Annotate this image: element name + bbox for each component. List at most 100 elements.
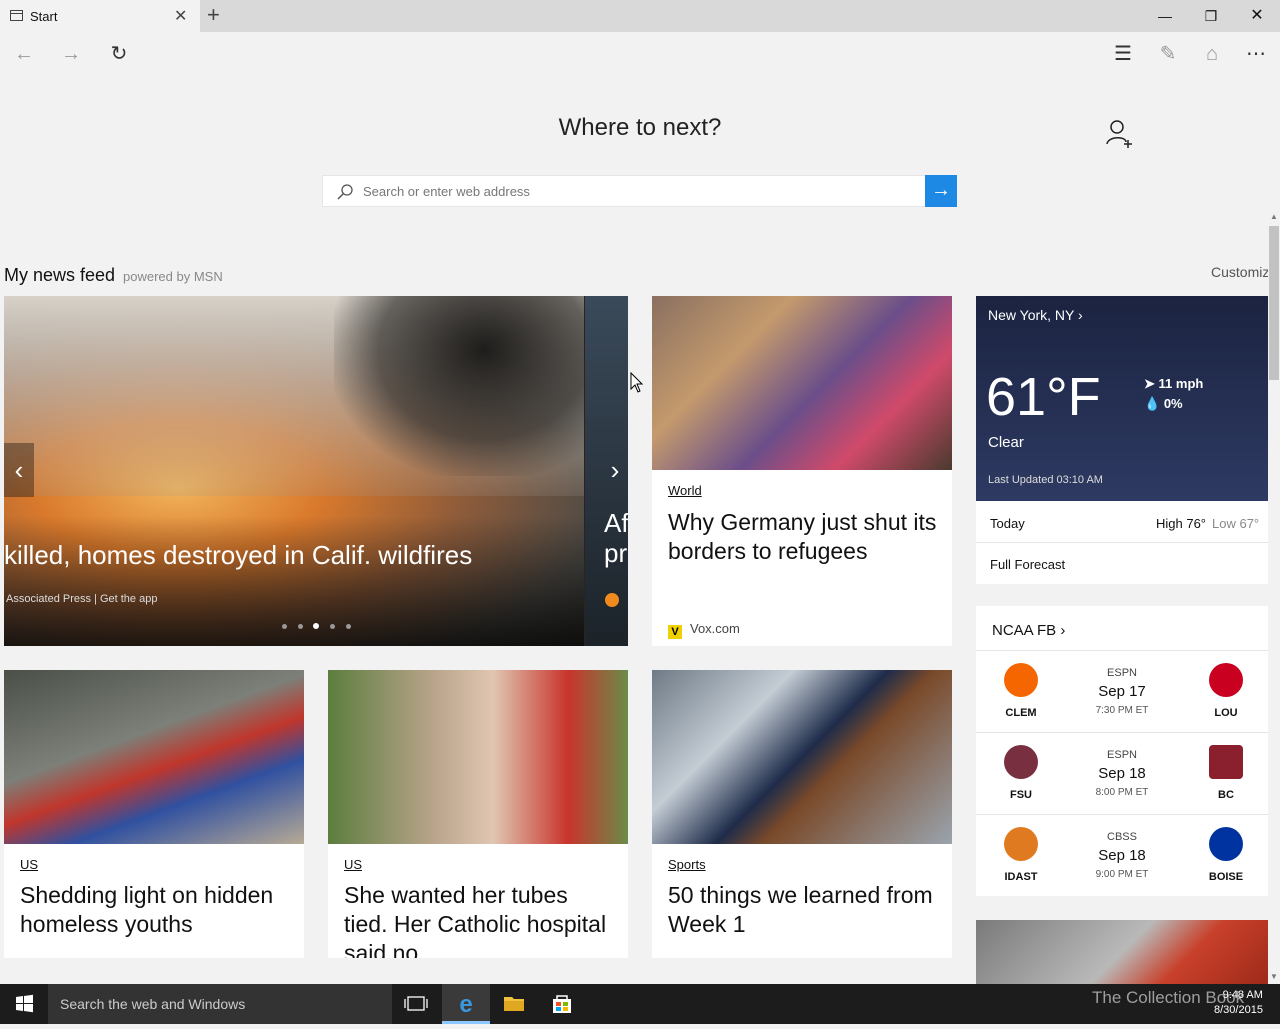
- game-row[interactable]: CLEM ESPN Sep 17 7:30 PM ET LOU: [976, 650, 1268, 732]
- more-icon[interactable]: ⋯: [1241, 40, 1271, 68]
- carousel-dot[interactable]: [298, 624, 303, 629]
- taskbar: Search the web and Windows e The Collect…: [0, 984, 1280, 1024]
- news-card-headline[interactable]: Why Germany just shut its borders to ref…: [668, 508, 940, 566]
- news-card-headline[interactable]: Shedding light on hidden homeless youths: [20, 881, 292, 939]
- close-window-button[interactable]: ✕: [1234, 0, 1280, 32]
- news-card-category[interactable]: US: [20, 857, 38, 872]
- idaho-state-logo-icon: [1004, 827, 1038, 861]
- taskbar-search-box[interactable]: Search the web and Windows: [48, 984, 392, 1024]
- news-card-world[interactable]: World Why Germany just shut its borders …: [652, 296, 952, 646]
- news-card-us-hospital[interactable]: US She wanted her tubes tied. Her Cathol…: [328, 670, 628, 958]
- restore-button[interactable]: ❐: [1188, 0, 1234, 32]
- game-row[interactable]: IDAST CBSS Sep 18 9:00 PM ET BOISE: [976, 814, 1268, 896]
- fsu-logo-icon: [1004, 745, 1038, 779]
- new-tab-plus-icon[interactable]: +: [207, 4, 220, 26]
- windows-logo-icon[interactable]: [0, 984, 48, 1024]
- chevron-right-icon: ›: [1060, 622, 1066, 639]
- ncaa-scores-card[interactable]: NCAA FB › CLEM ESPN Sep 17 7:30 PM ET LO…: [976, 606, 1268, 896]
- team2-abbr: BC: [1218, 789, 1234, 801]
- news-card-category[interactable]: US: [344, 857, 362, 872]
- carousel-source[interactable]: Associated Press | Get the app: [6, 593, 157, 605]
- divider: [976, 542, 1268, 543]
- go-button[interactable]: →: [925, 175, 957, 207]
- tab-start[interactable]: Start ✕: [0, 0, 200, 32]
- boston-college-logo-icon: [1209, 745, 1243, 779]
- news-card-category[interactable]: World: [668, 483, 702, 498]
- search-input[interactable]: [363, 176, 923, 206]
- customize-link[interactable]: Customiz: [1211, 264, 1269, 280]
- ad-image[interactable]: [976, 920, 1268, 984]
- team2-abbr: LOU: [1214, 707, 1238, 719]
- weather-high: High 76°: [1156, 516, 1207, 531]
- raindrop-icon: 💧: [1144, 396, 1161, 411]
- carousel-next-headline: Af pr: [604, 508, 628, 568]
- chevron-right-icon[interactable]: ›: [600, 443, 628, 497]
- clemson-logo-icon: [1004, 663, 1038, 697]
- tab-title: Start: [30, 9, 58, 24]
- carousel-dot[interactable]: [282, 624, 287, 629]
- weather-city[interactable]: New York, NY ›: [988, 307, 1083, 323]
- chevron-right-icon: ›: [1078, 307, 1083, 323]
- news-card-headline[interactable]: 50 things we learned from Week 1: [668, 881, 940, 939]
- news-feed-title: My news feed: [4, 265, 116, 285]
- arrow-right-icon: →: [931, 179, 951, 201]
- address-search-box[interactable]: [322, 175, 957, 207]
- game-time: 8:00 PM ET: [1095, 787, 1149, 798]
- team2-abbr: BOISE: [1208, 871, 1244, 883]
- system-clock[interactable]: 9:48 AM 8/30/2015: [1214, 988, 1263, 1018]
- game-time: 9:00 PM ET: [1095, 869, 1149, 880]
- news-carousel[interactable]: killed, homes destroyed in Calif. wildfi…: [4, 296, 628, 646]
- add-person-icon[interactable]: [1104, 118, 1134, 148]
- news-card-category[interactable]: Sports: [668, 857, 706, 872]
- mouse-cursor-icon: [630, 372, 644, 393]
- carousel-dot-active[interactable]: [313, 623, 319, 629]
- tab-page-icon: [10, 10, 23, 21]
- news-card-source: V Vox.com: [668, 621, 740, 639]
- web-note-icon[interactable]: ✎: [1153, 40, 1183, 68]
- ncaa-title[interactable]: NCAA FB ›: [992, 622, 1065, 639]
- minimize-button[interactable]: —: [1142, 0, 1188, 32]
- news-card-sports[interactable]: Sports 50 things we learned from Week 1: [652, 670, 952, 958]
- weather-temperature: 61°F: [986, 367, 1101, 427]
- news-card-image: [652, 670, 952, 844]
- scrollbar-thumb[interactable]: [1269, 226, 1279, 380]
- team1-abbr: FSU: [1010, 789, 1032, 801]
- forward-arrow-icon[interactable]: →: [56, 40, 86, 68]
- weather-wind: ➤ 11 mph: [1144, 376, 1204, 391]
- scroll-down-icon[interactable]: ▼: [1268, 972, 1280, 981]
- close-tab-icon[interactable]: ✕: [174, 6, 187, 26]
- news-card-headline[interactable]: She wanted her tubes tied. Her Catholic …: [344, 881, 616, 958]
- navigation-toolbar: ← → ↻ ☰ ✎ ⌂ ⋯: [0, 32, 1280, 76]
- game-date: Sep 17: [1098, 683, 1146, 700]
- game-date: Sep 18: [1098, 847, 1146, 864]
- task-view-icon[interactable]: [392, 984, 440, 1024]
- carousel-dot[interactable]: [330, 624, 335, 629]
- taskbar-search-text: Search the web and Windows: [60, 996, 246, 1012]
- full-forecast-link[interactable]: Full Forecast: [990, 557, 1065, 572]
- game-network: ESPN: [1107, 749, 1137, 761]
- store-icon[interactable]: [538, 984, 586, 1024]
- weather-today-label: Today: [990, 516, 1025, 531]
- game-network: ESPN: [1107, 667, 1137, 679]
- scroll-up-icon[interactable]: ▲: [1268, 212, 1280, 221]
- game-time: 7:30 PM ET: [1095, 705, 1149, 716]
- game-network: CBSS: [1107, 831, 1137, 843]
- hub-icon[interactable]: ☰: [1108, 40, 1138, 68]
- team1-abbr: CLEM: [1005, 707, 1037, 719]
- game-row[interactable]: FSU ESPN Sep 18 8:00 PM ET BC: [976, 732, 1268, 814]
- team1-abbr: IDAST: [1004, 871, 1038, 883]
- carousel-headline[interactable]: killed, homes destroyed in Calif. wildfi…: [4, 540, 472, 571]
- news-card-us-homeless[interactable]: US Shedding light on hidden homeless you…: [4, 670, 304, 958]
- share-icon[interactable]: ⌂: [1197, 40, 1227, 68]
- edge-icon[interactable]: e: [442, 984, 490, 1024]
- louisville-logo-icon: [1209, 663, 1243, 697]
- weather-updated: Last Updated 03:10 AM: [988, 474, 1103, 486]
- weather-low: Low 67°: [1212, 516, 1260, 531]
- folder-icon[interactable]: [490, 984, 538, 1024]
- chevron-left-icon[interactable]: ‹: [4, 443, 34, 497]
- back-arrow-icon[interactable]: ←: [9, 40, 39, 68]
- weather-card[interactable]: New York, NY › 61°F Clear ➤ 11 mph 💧 0% …: [976, 296, 1268, 584]
- refresh-icon[interactable]: ↻: [104, 40, 134, 68]
- search-icon: [337, 184, 353, 200]
- carousel-dot[interactable]: [346, 624, 351, 629]
